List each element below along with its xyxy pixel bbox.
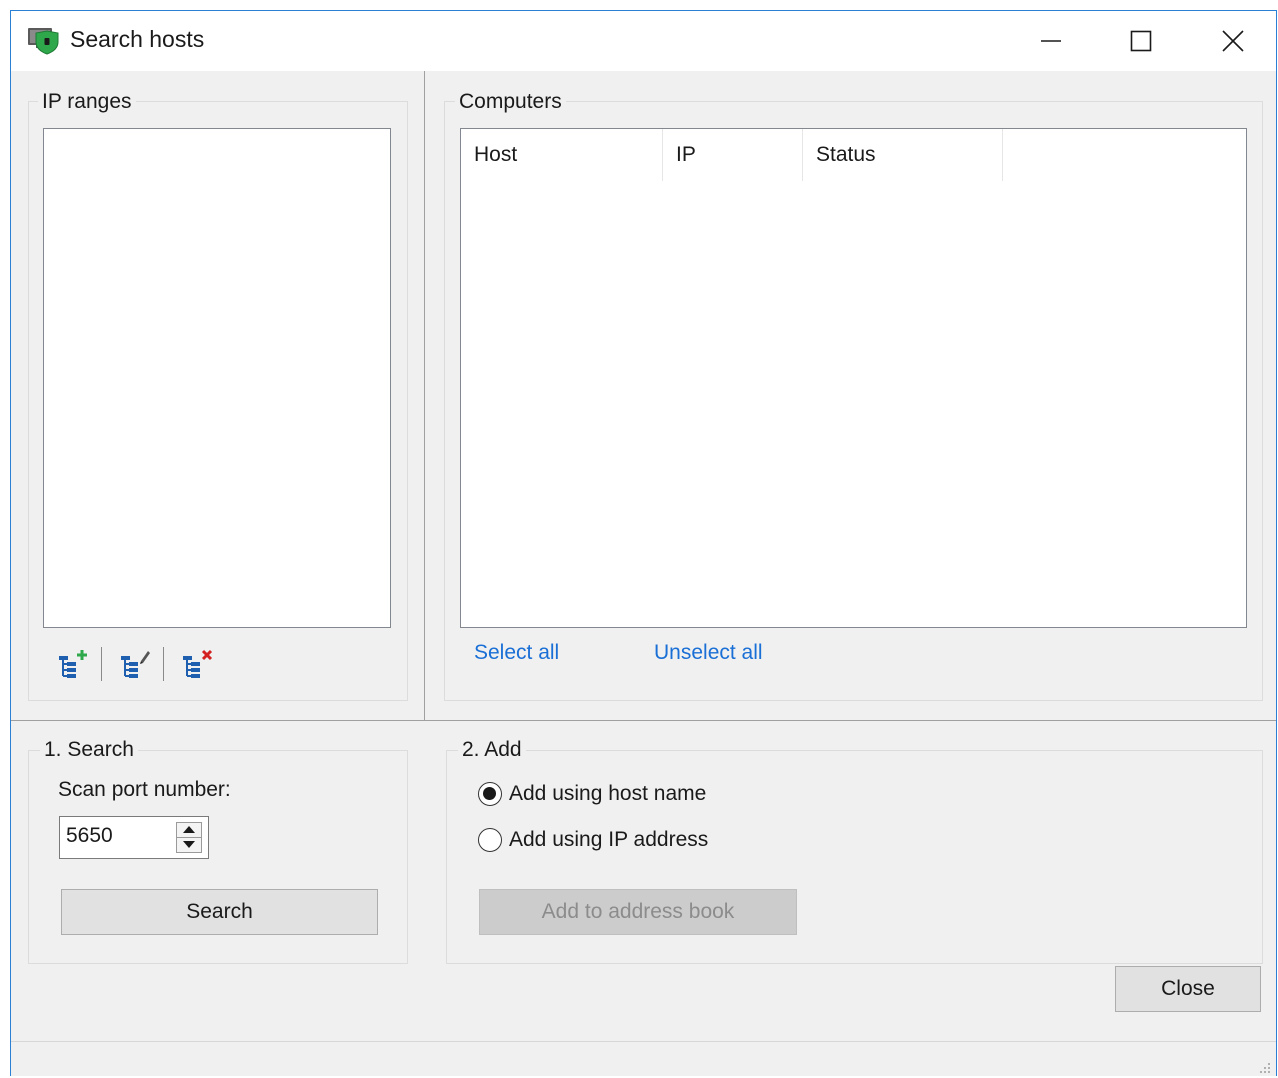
horizontal-splitter[interactable] [11, 720, 1276, 721]
shield-monitor-icon [27, 25, 61, 55]
scan-port-label: Scan port number: [58, 778, 231, 801]
ip-ranges-label: IP ranges [38, 90, 136, 114]
search-button[interactable]: Search [61, 889, 378, 935]
ip-ranges-list[interactable] [43, 128, 391, 628]
add-using-ip-address-option[interactable]: Add using IP address [478, 825, 708, 855]
close-icon [1222, 30, 1244, 52]
tree-delete-icon [183, 649, 213, 678]
vertical-splitter[interactable] [424, 71, 425, 721]
tree-edit-icon [121, 651, 150, 678]
column-header-host[interactable]: Host [461, 129, 663, 181]
title-bar[interactable]: Search hosts [11, 11, 1276, 71]
radio-host-name[interactable] [478, 782, 502, 806]
spin-down-button[interactable] [177, 838, 201, 853]
triangle-up-icon [183, 826, 195, 834]
scan-port-stepper[interactable]: 5650 [59, 816, 209, 859]
add-to-address-book-button[interactable]: Add to address book [479, 889, 797, 935]
radio-host-name-label: Add using host name [509, 782, 707, 805]
minimize-button[interactable] [1006, 11, 1096, 71]
radio-ip-address-label: Add using IP address [509, 828, 709, 851]
computers-label: Computers [455, 90, 566, 114]
radio-ip-address[interactable] [478, 828, 502, 852]
unselect-all-link[interactable]: Unselect all [654, 641, 763, 665]
maximize-icon [1130, 30, 1152, 52]
add-range-button[interactable] [55, 647, 91, 681]
resize-grip-icon[interactable] [1256, 1059, 1272, 1075]
close-button[interactable]: Close [1115, 966, 1261, 1012]
search-hosts-window: Search hosts IP ranges Computers Host IP… [10, 10, 1277, 1076]
minimize-icon [1041, 40, 1061, 42]
computers-table[interactable]: Host IP Status [460, 128, 1247, 628]
add-group-label: 2. Add [458, 738, 526, 762]
column-header-ip[interactable]: IP [663, 129, 803, 181]
scan-port-value[interactable]: 5650 [66, 824, 113, 848]
spin-up-button[interactable] [177, 823, 201, 838]
edit-range-button[interactable] [117, 647, 153, 681]
toolbar-separator [101, 647, 102, 681]
toolbar-separator [163, 647, 164, 681]
delete-range-button[interactable] [179, 647, 215, 681]
triangle-down-icon [183, 841, 195, 849]
close-window-button[interactable] [1188, 11, 1276, 71]
tree-add-icon [59, 650, 87, 678]
select-all-link[interactable]: Select all [474, 641, 559, 665]
column-header-status[interactable]: Status [803, 129, 1003, 181]
spin-arrows [176, 822, 202, 853]
add-using-host-name-option[interactable]: Add using host name [478, 779, 706, 809]
window-title: Search hosts [70, 26, 205, 52]
search-group-label: 1. Search [40, 738, 138, 762]
maximize-button[interactable] [1096, 11, 1186, 71]
status-bar [11, 1041, 1276, 1076]
